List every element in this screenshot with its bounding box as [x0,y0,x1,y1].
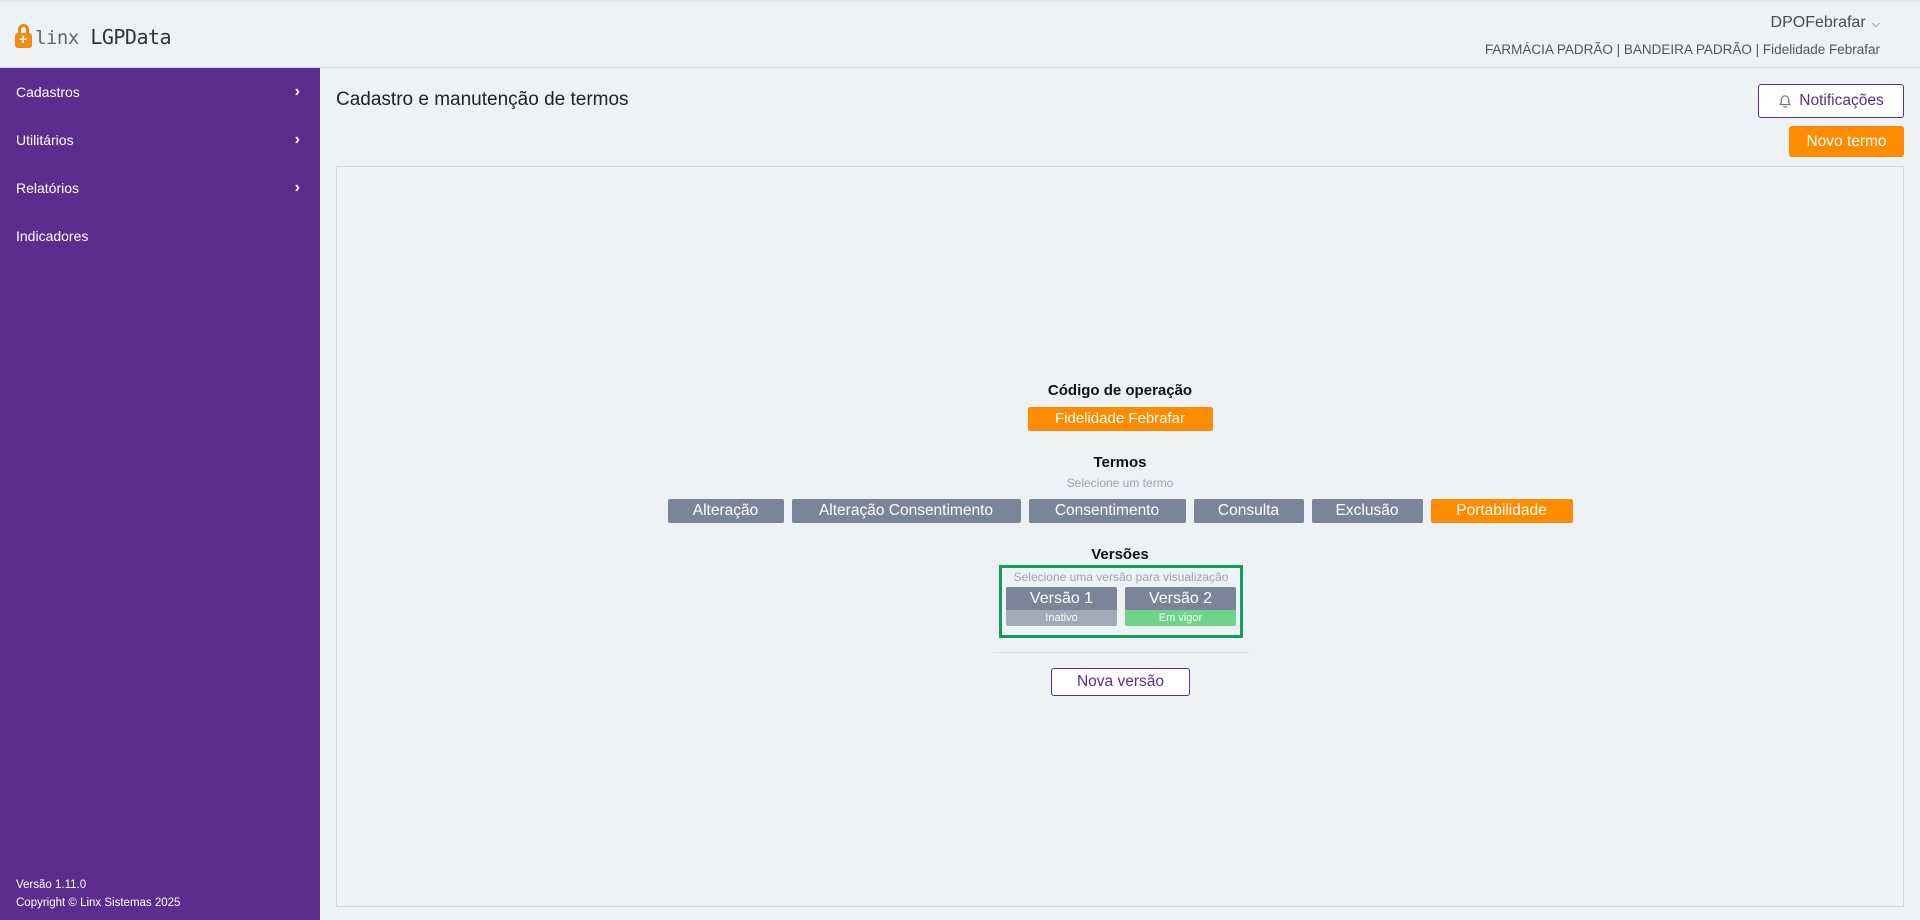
lock-icon [15,24,32,50]
term-consentimento-button[interactable]: Consentimento [1028,499,1186,523]
sidebar-item-indicadores[interactable]: Indicadores [0,212,320,260]
operation-code-button[interactable]: Fidelidade Febrafar [1027,407,1213,431]
app-logo[interactable]: linx LGPData [15,21,172,53]
divider [993,652,1249,653]
chevron-right-icon: › [294,83,300,100]
user-menu[interactable]: DPOFebrafar ⌵ [1771,14,1880,32]
version-label: Versão 2 [1125,587,1236,610]
terms-hint: Selecione um termo [1066,476,1174,490]
term-alteracao-consentimento-button[interactable]: Alteração Consentimento [791,499,1021,523]
term-consulta-button[interactable]: Consulta [1193,499,1304,523]
sidebar-item-label: Relatórios [16,180,80,196]
term-exclusao-button[interactable]: Exclusão [1311,499,1423,523]
notifications-label: Notificações [1799,92,1884,109]
versions-hint: Selecione uma versão para visualização [1013,570,1229,584]
terms-panel: Código de operação Fidelidade Febrafar T… [336,166,1904,907]
store-context: FARMÁCIA PADRÃO | BANDEIRA PADRÃO | Fide… [1484,42,1880,57]
status-badge: Inativo [1006,610,1117,626]
chevron-right-icon: › [294,179,300,196]
status-badge: Em vigor [1125,610,1236,626]
terms-list: Alteração Alteração Consentimento Consen… [337,499,1903,523]
new-version-button[interactable]: Nova versão [1051,668,1190,696]
version-2-card[interactable]: Versão 2 Em vigor [1125,587,1236,626]
logo-text: linx LGPData [35,25,172,49]
chevron-down-icon: ⌵ [1871,17,1880,30]
sidebar-item-label: Cadastros [16,84,80,100]
new-term-button[interactable]: Novo termo [1789,126,1904,157]
operation-title: Código de operação [1047,382,1193,399]
top-header: linx LGPData DPOFebrafar ⌵ FARMÁCIA PADR… [0,0,1920,68]
terms-title: Termos [1093,454,1147,471]
sidebar-item-label: Indicadores [16,228,89,244]
term-alteracao-button[interactable]: Alteração [667,499,784,523]
version-1-card[interactable]: Versão 1 Inativo [1006,587,1117,626]
user-name: DPOFebrafar [1770,14,1866,31]
sidebar-footer: Versão 1.11.0 Copyright © Linx Sistemas … [16,876,180,912]
bell-icon [1779,94,1792,108]
versions-title: Versões [1091,546,1149,563]
sidebar-item-relatorios[interactable]: Relatórios › [0,164,320,212]
sidebar-item-cadastros[interactable]: Cadastros › [0,68,320,116]
sidebar-item-utilitarios[interactable]: Utilitários › [0,116,320,164]
chevron-right-icon: › [294,131,300,148]
term-portabilidade-button[interactable]: Portabilidade [1430,499,1573,523]
copyright: Copyright © Linx Sistemas 2025 [16,897,181,909]
version-label: Versão 1 [1006,587,1117,610]
sidebar-item-label: Utilitários [16,132,74,148]
page-title: Cadastro e manutenção de termos [336,89,629,110]
notifications-button[interactable]: Notificações [1758,84,1904,118]
versions-list: Versão 1 Inativo Versão 2 Em vigor [1002,587,1240,626]
logo-prefix: linx [35,27,79,49]
logo-name: LGPData [90,25,172,49]
app-version: Versão 1.11.0 [16,879,87,891]
versions-box: Selecione uma versão para visualização V… [999,565,1243,638]
sidebar: Cadastros › Utilitários › Relatórios › I… [0,68,320,920]
